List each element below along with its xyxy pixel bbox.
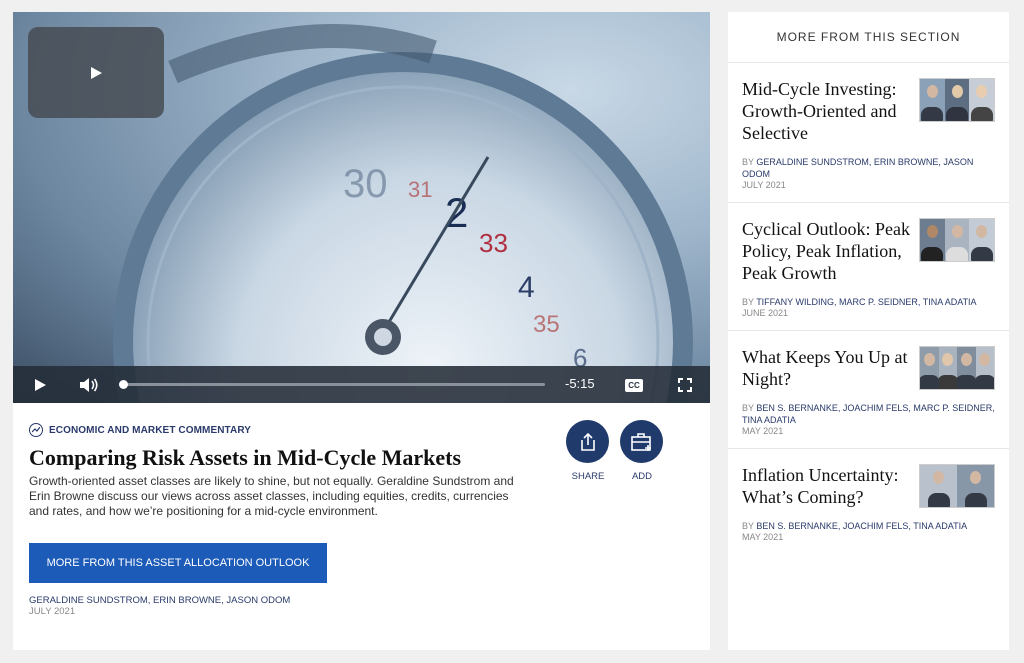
svg-text:35: 35 bbox=[533, 311, 560, 338]
svg-text:31: 31 bbox=[408, 177, 432, 202]
category-label: ECONOMIC AND MARKET COMMENTARY bbox=[49, 424, 252, 436]
svg-text:4: 4 bbox=[518, 271, 535, 304]
share-label: SHARE bbox=[571, 471, 605, 482]
fullscreen-icon bbox=[678, 378, 692, 392]
progress-bar[interactable] bbox=[119, 380, 545, 389]
more-from-outlook-button[interactable]: MORE FROM THIS ASSET ALLOCATION OUTLOOK bbox=[29, 543, 327, 583]
article-info: ECONOMIC AND MARKET COMMENTARY Comparing… bbox=[29, 423, 529, 617]
add-label: ADD bbox=[631, 471, 653, 482]
card-thumbnail bbox=[919, 218, 995, 262]
card-thumbnail bbox=[919, 78, 995, 122]
card-thumbnail bbox=[919, 346, 995, 390]
sidebar-heading: MORE FROM THIS SECTION bbox=[728, 12, 1009, 63]
card-title[interactable]: Cyclical Outlook: Peak Policy, Peak Infl… bbox=[742, 218, 914, 284]
card-authors: BY TIFFANY WILDING, MARC P. SEIDNER, TIN… bbox=[742, 297, 977, 307]
category-tag[interactable]: ECONOMIC AND MARKET COMMENTARY bbox=[29, 423, 529, 437]
sidebar-card[interactable]: Cyclical Outlook: Peak Policy, Peak Infl… bbox=[728, 203, 1009, 331]
article-title: Comparing Risk Assets in Mid-Cycle Marke… bbox=[29, 445, 462, 470]
card-title[interactable]: What Keeps You Up at Night? bbox=[742, 346, 914, 390]
article-meta: GERALDINE SUNDSTROM, ERIN BROWNE, JASON … bbox=[29, 595, 529, 617]
share-icon bbox=[580, 432, 595, 451]
captions-button[interactable]: CC bbox=[621, 372, 647, 398]
card-date: MAY 2021 bbox=[742, 532, 784, 542]
sidebar-card[interactable]: Inflation Uncertainty: What’s Coming? BY… bbox=[728, 449, 1009, 554]
volume-icon bbox=[80, 378, 98, 392]
article-actions: SHARE ADD bbox=[566, 420, 664, 482]
briefcase-add-icon bbox=[630, 432, 651, 451]
play-button[interactable] bbox=[27, 372, 53, 398]
card-date: MAY 2021 bbox=[742, 426, 784, 436]
progress-knob[interactable] bbox=[119, 380, 128, 389]
card-date: JULY 2021 bbox=[742, 180, 786, 190]
svg-text:33: 33 bbox=[479, 228, 508, 258]
card-title[interactable]: Mid-Cycle Investing: Growth-Oriented and… bbox=[742, 78, 914, 144]
card-title[interactable]: Inflation Uncertainty: What’s Coming? bbox=[742, 464, 914, 508]
sidebar-card[interactable]: What Keeps You Up at Night? BY BEN S. BE… bbox=[728, 331, 1009, 449]
sidebar-card[interactable]: Mid-Cycle Investing: Growth-Oriented and… bbox=[728, 63, 1009, 203]
big-play-button[interactable] bbox=[28, 27, 164, 118]
add-button[interactable]: ADD bbox=[620, 420, 664, 482]
cc-icon: CC bbox=[625, 378, 643, 392]
card-date: JUNE 2021 bbox=[742, 308, 789, 318]
play-icon bbox=[35, 379, 46, 391]
trend-icon bbox=[29, 423, 43, 437]
fullscreen-button[interactable] bbox=[672, 372, 698, 398]
time-remaining: -5:15 bbox=[565, 376, 595, 391]
svg-text:30: 30 bbox=[343, 162, 388, 206]
article-description: Growth-oriented asset classes are likely… bbox=[29, 474, 514, 518]
card-authors: BY BEN S. BERNANKE, JOACHIM FELS, TINA A… bbox=[742, 521, 968, 531]
card-authors: BY BEN S. BERNANKE, JOACHIM FELS, MARC P… bbox=[742, 403, 995, 425]
article-date: JULY 2021 bbox=[29, 606, 76, 617]
card-authors: BY GERALDINE SUNDSTROM, ERIN BROWNE, JAS… bbox=[742, 157, 974, 179]
play-icon bbox=[91, 66, 102, 79]
share-button[interactable]: SHARE bbox=[566, 420, 610, 482]
volume-button[interactable] bbox=[76, 372, 102, 398]
sidebar: MORE FROM THIS SECTION Mid-Cycle Investi… bbox=[728, 12, 1009, 650]
article-authors[interactable]: GERALDINE SUNDSTROM, ERIN BROWNE, JASON … bbox=[29, 595, 529, 606]
video-controls: -5:15 CC bbox=[13, 366, 710, 403]
card-thumbnail bbox=[919, 464, 995, 508]
video-player[interactable]: 30 31 2 33 4 35 6 -5:15 CC bbox=[13, 12, 710, 403]
